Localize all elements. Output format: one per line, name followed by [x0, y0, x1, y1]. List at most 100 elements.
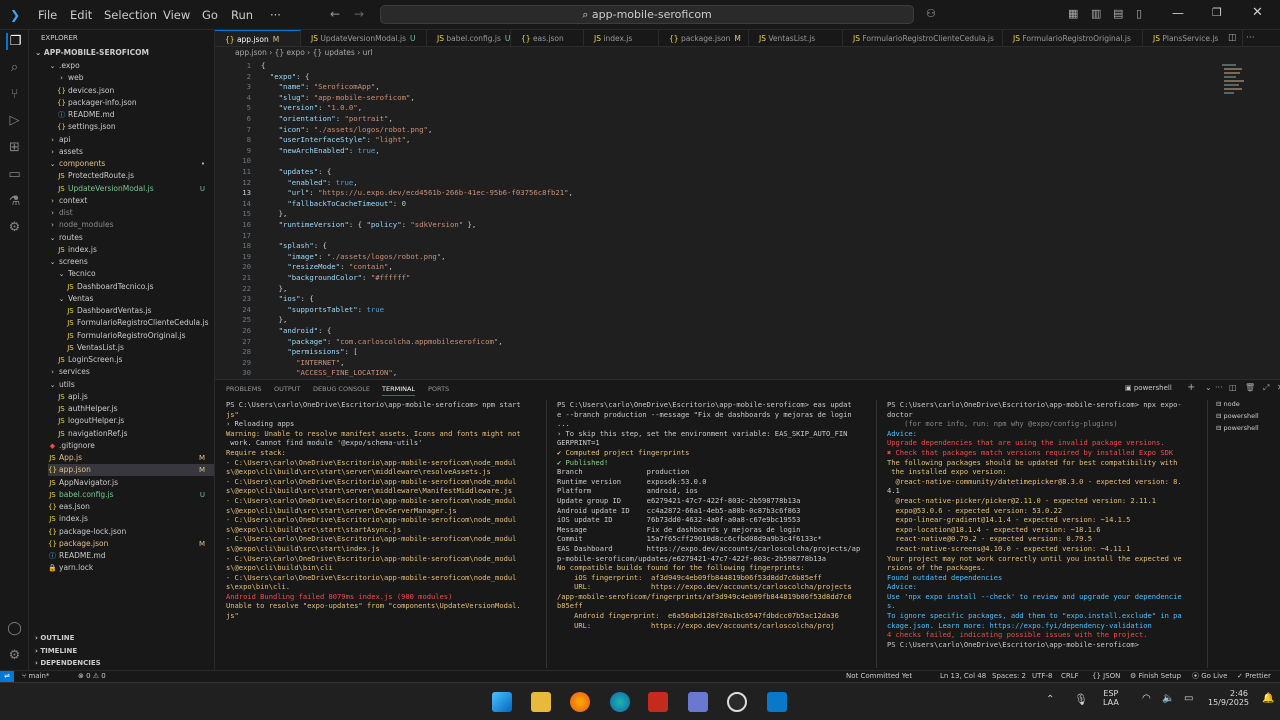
testing-icon[interactable]: ⚗: [6, 193, 23, 210]
code-line[interactable]: "runtimeVersion": { "policy": "sdkVersio…: [261, 220, 477, 229]
tree-item[interactable]: › context: [48, 195, 214, 207]
more-actions-icon[interactable]: ···: [1215, 383, 1223, 392]
extensions-icon[interactable]: ⊞: [6, 139, 23, 156]
tree-item[interactable]: ⌄ Ventas: [57, 293, 214, 305]
menu-more[interactable]: ···: [270, 8, 281, 22]
language-indicator[interactable]: ESP LAA: [1103, 689, 1119, 707]
tree-item[interactable]: ⌄ components •: [48, 158, 214, 170]
minimize-icon[interactable]: —: [1172, 6, 1184, 20]
code-line[interactable]: },: [261, 209, 288, 218]
code-line[interactable]: },: [261, 315, 288, 324]
volume-icon[interactable]: 🔈: [1162, 693, 1174, 704]
tree-item[interactable]: JS LoginScreen.js: [57, 354, 214, 366]
code-line[interactable]: "ios": {: [261, 294, 314, 303]
explorer-icon[interactable]: ❐: [6, 33, 23, 50]
code-line[interactable]: "url": "https://u.expo.dev/ecd4561b-266b…: [261, 188, 573, 197]
menu-edit[interactable]: Edit: [70, 8, 92, 22]
remote-explorer-icon[interactable]: ▭: [6, 166, 23, 183]
tree-item[interactable]: ⌄ utils: [48, 379, 214, 391]
breadcrumb[interactable]: app.json › {} expo › {} updates › url: [215, 47, 1280, 59]
github-desktop-icon[interactable]: [727, 692, 747, 712]
eol-status[interactable]: CRLF: [1061, 671, 1079, 682]
maximize-panel-icon[interactable]: ⤢: [1263, 383, 1269, 393]
app-purple-icon[interactable]: [688, 692, 708, 712]
terminal-shell-label[interactable]: ▣ powershell: [1125, 384, 1172, 392]
code-line[interactable]: "resizeMode": "contain",: [261, 262, 392, 271]
tree-item[interactable]: JS DashboardVentas.js: [66, 305, 214, 317]
menu-selection[interactable]: Selection: [104, 8, 157, 22]
wifi-icon[interactable]: ◠: [1142, 693, 1151, 704]
tree-item[interactable]: {} app.json M: [48, 464, 214, 477]
vscode-taskbar-icon[interactable]: [767, 692, 787, 712]
tree-item[interactable]: JS babel.config.js U: [48, 489, 214, 501]
code-line[interactable]: "permissions": [: [261, 347, 357, 356]
notifications-icon[interactable]: 🔔: [1262, 693, 1274, 704]
tree-item[interactable]: ⌄ routes: [48, 232, 214, 244]
firefox-icon[interactable]: [570, 692, 590, 712]
tree-item[interactable]: › web: [57, 72, 214, 84]
panel-tab-terminal[interactable]: TERMINAL: [382, 385, 416, 396]
clock[interactable]: 2:46 15/9/2025: [1208, 689, 1249, 707]
code-line[interactable]: "slug": "app-mobile-seroficom",: [261, 93, 415, 102]
toggle-sidebar-icon[interactable]: ▥: [1091, 7, 1101, 20]
code-line[interactable]: "splash": {: [261, 241, 327, 250]
problems-indicator[interactable]: ⊗ 0 ⚠ 0: [78, 671, 106, 682]
tree-item[interactable]: › assets: [48, 146, 214, 158]
tree-item[interactable]: ◆ .gitignore: [48, 440, 214, 452]
menu-run[interactable]: Run: [231, 8, 253, 22]
tree-item[interactable]: JS index.js: [57, 244, 214, 256]
terminal-pane-eas-update[interactable]: PS C:\Users\carlo\OneDrive\Escritorio\ap…: [557, 400, 875, 668]
tree-item[interactable]: JS logoutHelper.js: [57, 415, 214, 427]
outline-section[interactable]: › OUTLINE: [35, 634, 74, 642]
app-red-icon[interactable]: [648, 692, 668, 712]
split-editor-icon[interactable]: ◫: [1228, 33, 1237, 43]
tree-item[interactable]: JS UpdateVersionModal.js U: [57, 183, 214, 195]
timeline-section[interactable]: › TIMELINE: [35, 647, 77, 655]
tree-item[interactable]: › dist: [48, 207, 214, 219]
back-arrow-icon[interactable]: ←: [330, 7, 340, 21]
tree-item[interactable]: JS navigationRef.js: [57, 428, 214, 440]
code-line[interactable]: "orientation": "portrait",: [261, 114, 393, 123]
editor-tab[interactable]: JS UpdateVersionModal.js U: [301, 30, 427, 46]
close-icon[interactable]: ✕: [1252, 5, 1263, 20]
panel-tab-problems[interactable]: PROBLEMS: [226, 385, 261, 393]
menu-file[interactable]: File: [38, 8, 57, 22]
copilot-icon[interactable]: ⚇: [926, 7, 936, 20]
code-line[interactable]: "updates": {: [261, 167, 332, 176]
tree-item[interactable]: JS DashboardTecnico.js: [66, 281, 214, 293]
editor-tab[interactable]: {} package.json M: [659, 30, 749, 46]
tree-item[interactable]: {} package.json M: [48, 538, 214, 550]
code-line[interactable]: "android": {: [261, 326, 332, 335]
code-line[interactable]: "icon": "./assets/logos/robot.png",: [261, 125, 433, 134]
tree-item[interactable]: JS api.js: [57, 391, 214, 403]
code-line[interactable]: {: [261, 61, 265, 70]
command-center-search[interactable]: ⌕ app-mobile-seroficom: [380, 5, 914, 24]
docker-icon[interactable]: ⚙: [6, 219, 23, 236]
tree-item[interactable]: › services: [48, 366, 214, 378]
tree-item[interactable]: JS VentasList.js: [66, 342, 214, 354]
tree-item[interactable]: JS FormularioRegistroClienteCedula.js: [66, 317, 214, 329]
start-menu-icon[interactable]: [492, 692, 512, 712]
language-mode[interactable]: {} JSON: [1092, 671, 1120, 682]
terminal-list-item-node[interactable]: ⊟ node: [1216, 400, 1240, 408]
minimap[interactable]: [1220, 62, 1244, 102]
battery-icon[interactable]: ▭: [1184, 693, 1193, 704]
code-line[interactable]: "fallbackToCacheTimeout": 0: [261, 199, 406, 208]
tree-item[interactable]: JS FormularioRegistroOriginal.js: [66, 330, 214, 342]
tree-item[interactable]: JS App.js M: [48, 452, 214, 464]
go-live-button[interactable]: ⦿ Go Live: [1192, 671, 1227, 682]
git-blame-status[interactable]: Not Committed Yet: [846, 671, 912, 682]
tree-item[interactable]: {} eas.json: [48, 501, 214, 513]
code-line[interactable]: "expo": {: [261, 72, 310, 81]
terminal-list-item-powershell[interactable]: ⊟ powershell: [1216, 412, 1259, 420]
terminal-list-item-powershell[interactable]: ⊟ powershell: [1216, 424, 1259, 432]
tree-item[interactable]: {} devices.json: [57, 85, 214, 97]
indentation-status[interactable]: Spaces: 2: [992, 671, 1026, 682]
menu-go[interactable]: Go: [202, 8, 218, 22]
terminal-dropdown-icon[interactable]: ⌄: [1205, 383, 1212, 392]
encoding-status[interactable]: UTF-8: [1032, 671, 1052, 682]
more-actions-icon[interactable]: ···: [1246, 33, 1255, 43]
panel-tab-debug-console[interactable]: DEBUG CONSOLE: [313, 385, 370, 393]
cursor-position[interactable]: Ln 13, Col 48: [940, 671, 986, 682]
tree-item[interactable]: JS index.js: [48, 513, 214, 525]
